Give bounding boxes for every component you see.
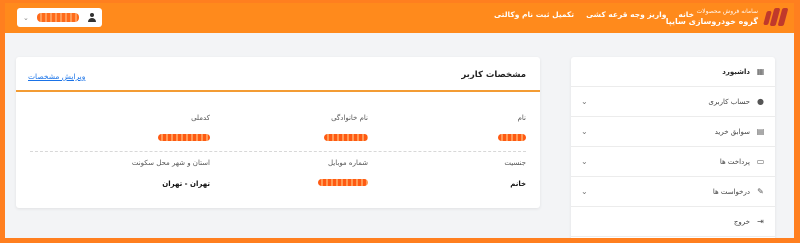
sidebar-item-account[interactable]: ● حساب کاربری ⌄ [571,87,775,117]
user-icon: ● [757,97,764,106]
saipa-logo-icon [763,5,789,29]
chevron-down-icon: ⌄ [581,127,588,136]
user-name-redacted [36,13,79,22]
document-icon: ▤ [756,127,765,136]
sidebar-item-requests[interactable]: ✎ درخواست ها ⌄ [571,177,775,207]
sidebar-item-label: خروج [733,217,750,226]
nav-proxy-registration[interactable]: تکمیل ثبت نام وکالتی [494,10,574,19]
dashboard-icon: ▦ [756,67,765,76]
last-name-label: نام خانوادگی [331,114,368,122]
sidebar-item-label: درخواست ها [712,187,750,196]
nav-home[interactable]: خانه [678,10,694,19]
city-label: استان و شهر محل سکونت [131,159,210,167]
nav-lottery-deposit[interactable]: واریز وجه قرعه کشی [586,10,666,19]
top-header: سامانه فروش محصولات گروه خودروسازی سایپا… [5,3,794,33]
last-name-field: نام خانوادگی [218,114,368,141]
gender-field: جنسیت خانم [376,159,526,188]
user-icon [87,13,96,22]
chevron-down-icon: ⌄ [581,97,588,106]
sidebar-item-dashboard[interactable]: ▦ داشبورد [571,57,775,87]
sidebar: ▦ داشبورد ● حساب کاربری ⌄ ▤ سوابق خرید ⌄… [571,57,775,238]
gender-label: جنسیت [504,159,526,167]
first-name-value-redacted [498,134,526,141]
main-nav: خانه واریز وجه قرعه کشی تکمیل ثبت نام وک… [494,10,694,19]
chevron-down-icon: ⌄ [581,157,588,166]
payment-icon: ▭ [756,157,765,166]
gender-value: خانم [510,180,526,188]
chevron-down-icon: ⌄ [581,187,588,196]
profile-title: مشخصات کاربر [461,70,526,80]
chevron-down-icon: ⌄ [23,13,29,22]
request-icon: ✎ [757,187,764,196]
national-code-label: کدملی [191,114,210,122]
row-divider [30,151,526,152]
user-menu-button[interactable]: ⌄ [17,8,102,27]
sidebar-item-payments[interactable]: ▭ پرداخت ها ⌄ [571,147,775,177]
mobile-label: شماره موبایل [327,159,368,167]
sidebar-item-label: پرداخت ها [719,157,750,166]
national-code-field: کدملی [30,114,210,141]
edit-profile-link[interactable]: ویرایش مشخصات [28,72,85,81]
national-code-value-redacted [158,134,210,141]
last-name-value-redacted [324,134,368,141]
city-value: تهران - تهران [162,180,210,188]
city-field: استان و شهر محل سکونت تهران - تهران [30,159,210,188]
sidebar-item-purchase-history[interactable]: ▤ سوابق خرید ⌄ [571,117,775,147]
sidebar-item-label: سوابق خرید [714,127,750,136]
first-name-field: نام [376,114,526,141]
logout-icon: ⇥ [757,217,764,226]
mobile-value-redacted [318,179,368,186]
sidebar-item-label: حساب کاربری [708,97,750,106]
mobile-field: شماره موبایل [218,159,368,186]
profile-card: مشخصات کاربر ویرایش مشخصات نام نام خانوا… [16,57,540,208]
sidebar-item-logout[interactable]: ⇥ خروج [571,207,775,237]
app-frame: سامانه فروش محصولات گروه خودروسازی سایپا… [5,3,794,238]
first-name-label: نام [517,114,526,122]
sidebar-item-label: داشبورد [722,67,750,76]
